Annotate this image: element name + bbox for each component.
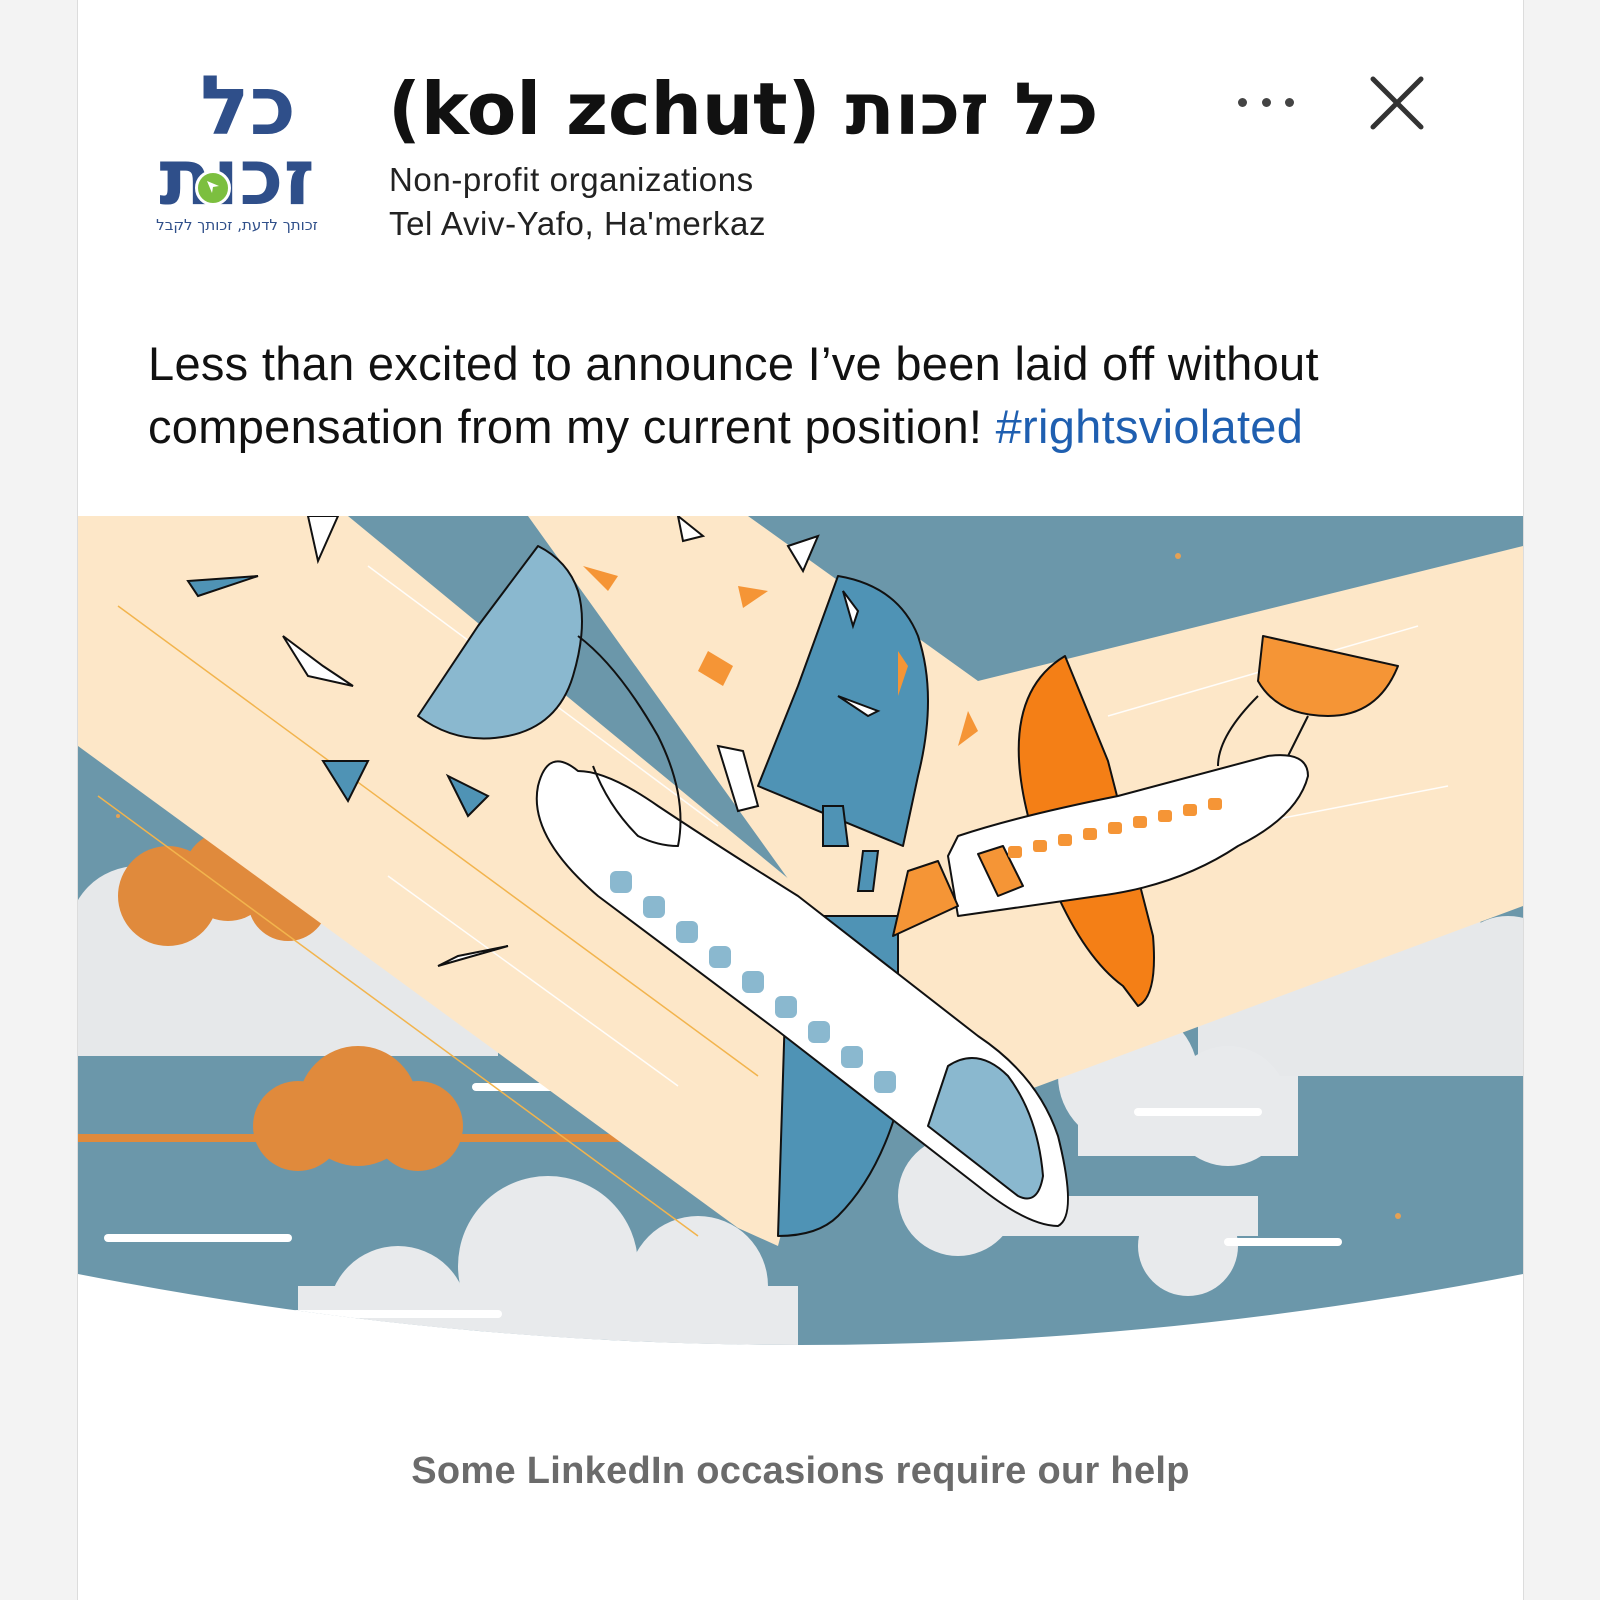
more-options-button[interactable] bbox=[1238, 90, 1294, 114]
illustration-plane-collision bbox=[78, 516, 1523, 1345]
organization-name[interactable]: (kol zchut) כל זכות bbox=[388, 64, 1098, 154]
organization-meta: Non-profit organizations Tel Aviv-Yafo, … bbox=[389, 158, 766, 246]
ad-caption: Some LinkedIn occasions require our help bbox=[411, 1450, 1190, 1492]
more-dot bbox=[1285, 97, 1294, 107]
more-horizontal-icon bbox=[1238, 97, 1247, 107]
post-text: Less than excited to announce I’ve been … bbox=[148, 332, 1468, 458]
more-dot bbox=[1261, 97, 1271, 107]
cursor-icon bbox=[195, 170, 231, 206]
logo-mark-bottom: זכות bbox=[159, 133, 315, 223]
close-icon bbox=[1370, 76, 1424, 130]
close-button[interactable] bbox=[1368, 74, 1426, 132]
logo-tagline: זכותך לדעת, זכותך לקבל bbox=[156, 216, 318, 234]
organization-location: Tel Aviv-Yafo, Ha'merkaz bbox=[389, 205, 767, 242]
organization-logo[interactable]: כל זכות זכותך לדעת, זכותך לקבל bbox=[148, 66, 338, 246]
hashtag-link[interactable]: #rightsviolated bbox=[996, 400, 1304, 453]
organization-category: Non-profit organizations bbox=[389, 161, 754, 198]
ad-card: כל זכות זכותך לדעת, זכותך לקבל (kol zchu… bbox=[77, 0, 1524, 1600]
